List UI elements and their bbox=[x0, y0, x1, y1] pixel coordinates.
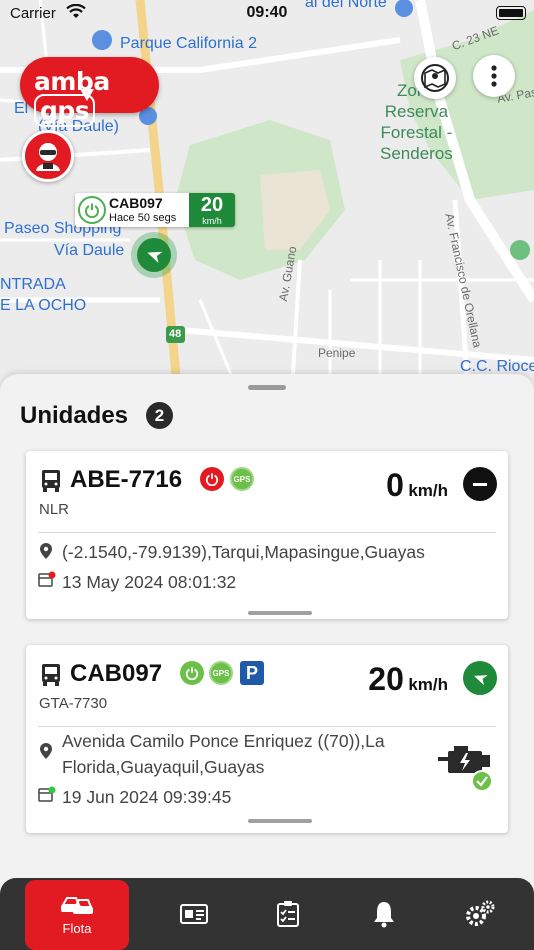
marker-speed-badge: 20 km/h bbox=[189, 193, 235, 227]
unit-speed: 20 km/h bbox=[368, 661, 448, 697]
unit-plate: ABE-7716 bbox=[70, 466, 183, 493]
brand-logo: ambagps bbox=[20, 57, 159, 127]
card-handle bbox=[248, 819, 312, 823]
unit-subtitle: NLR bbox=[39, 501, 70, 518]
unit-date: 13 May 2024 08:01:32 bbox=[62, 572, 237, 592]
bell-icon bbox=[374, 902, 394, 928]
fleet-icon bbox=[61, 896, 93, 914]
card-handle bbox=[248, 611, 312, 615]
unit-subtitle: GTA-7730 bbox=[39, 695, 108, 712]
navigation-arrow-icon bbox=[147, 251, 163, 264]
tab-checklist[interactable] bbox=[236, 878, 340, 950]
unit-speed: 0 km/h bbox=[386, 467, 448, 503]
vehicle-marker[interactable] bbox=[131, 232, 177, 278]
units-count-badge: 2 bbox=[146, 402, 173, 429]
tab-flota-label: Flota bbox=[62, 920, 92, 936]
marker-plate: CAB097 bbox=[109, 195, 163, 211]
sheet-drag-handle[interactable] bbox=[248, 385, 286, 390]
gps-icon: GPS bbox=[209, 661, 233, 685]
unit-address: (-2.1540,-79.9139),Tarqui,Mapasingue,Gua… bbox=[62, 542, 425, 562]
power-on-icon bbox=[78, 196, 106, 224]
map-layers-icon bbox=[421, 64, 449, 92]
map-label-la-ocho: E LA OCHO bbox=[0, 297, 87, 314]
battery-icon bbox=[496, 6, 526, 20]
unit-address: Avenida Camilo Ponce Enriquez ((70)),La … bbox=[62, 731, 385, 777]
calendar-icon bbox=[38, 571, 56, 587]
truck-icon bbox=[42, 470, 60, 492]
driver-avatar-button[interactable] bbox=[22, 130, 74, 182]
more-vertical-icon bbox=[491, 65, 497, 87]
marker-speed-value: 20 bbox=[200, 194, 224, 216]
marker-last-update: Hace 50 segs bbox=[109, 212, 177, 224]
power-off-icon bbox=[200, 467, 224, 491]
map-layers-button[interactable] bbox=[414, 57, 456, 99]
unit-card[interactable]: CAB097 GPS P 20 km/h GTA-7730 Avenida Ca… bbox=[26, 645, 508, 833]
moving-status-icon bbox=[463, 661, 497, 695]
tab-flota[interactable]: Flota bbox=[25, 880, 129, 950]
route-shield-label: 48 bbox=[169, 328, 182, 340]
location-pin-icon bbox=[40, 743, 52, 759]
gps-icon: GPS bbox=[230, 467, 254, 491]
map-label-paseo2: Vía Daule bbox=[54, 242, 125, 259]
unit-card[interactable]: ABE-7716 GPS 0 km/h NLR (-2.1540,-79.913… bbox=[26, 451, 508, 619]
marker-speed-unit: km/h bbox=[202, 216, 222, 226]
bottom-tab-bar: Flota bbox=[0, 878, 534, 950]
map-label-penipe: Penipe bbox=[318, 346, 356, 360]
checklist-icon bbox=[277, 901, 299, 927]
vehicle-marker-label[interactable]: CAB097 Hace 50 segs 20 km/h bbox=[75, 193, 235, 227]
clock: 09:40 bbox=[246, 4, 288, 21]
tab-settings[interactable] bbox=[428, 878, 532, 950]
map-label-entrada: NTRADA bbox=[0, 276, 66, 293]
unit-date: 19 Jun 2024 09:39:45 bbox=[62, 787, 232, 807]
report-icon bbox=[180, 904, 208, 924]
map-label-parque: Parque California 2 bbox=[120, 35, 257, 52]
tab-reports[interactable] bbox=[142, 878, 246, 950]
parking-icon: P bbox=[240, 661, 264, 685]
more-options-button[interactable] bbox=[473, 55, 515, 97]
calendar-icon bbox=[38, 786, 56, 802]
tab-notifications[interactable] bbox=[332, 878, 436, 950]
units-title: Unidades bbox=[20, 402, 129, 429]
truck-icon bbox=[42, 664, 60, 686]
units-sheet: Unidades 2 ABE-7716 GPS 0 km/h NLR (-2.1… bbox=[0, 374, 534, 894]
logo-wordmark: ambagps bbox=[34, 67, 110, 127]
location-pin-icon bbox=[40, 543, 52, 559]
engine-on-icon bbox=[438, 746, 493, 792]
power-on-icon bbox=[180, 661, 204, 685]
settings-icon bbox=[466, 900, 495, 926]
stopped-status-icon bbox=[463, 467, 497, 501]
location-pin-icon bbox=[80, 89, 94, 101]
status-bar: Carrier 09:40 bbox=[0, 0, 534, 28]
driver-avatar-icon bbox=[36, 143, 60, 171]
unit-plate: CAB097 bbox=[70, 660, 163, 687]
